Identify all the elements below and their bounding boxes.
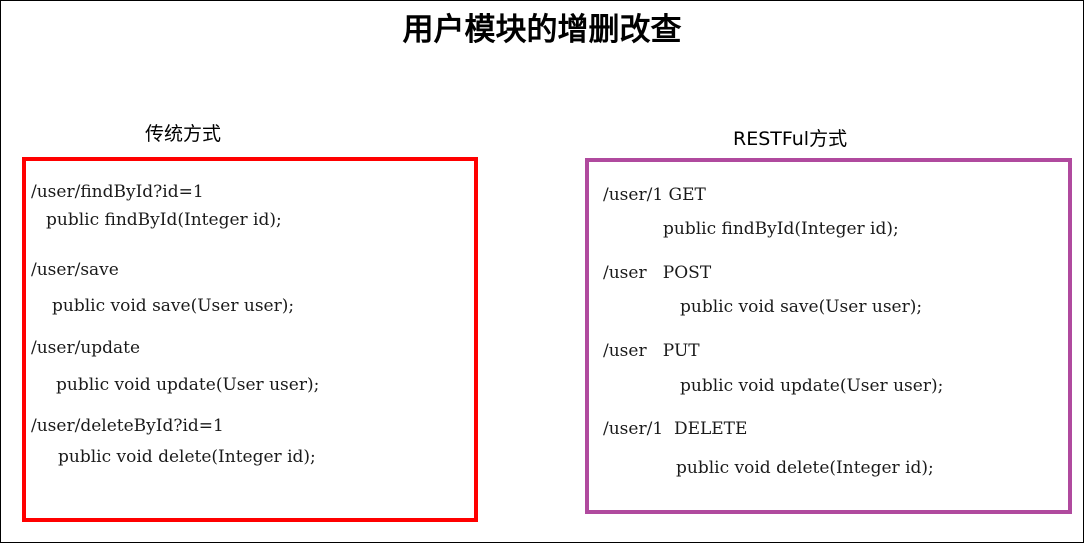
- restful-method-put: public void update(User user);: [680, 376, 944, 396]
- traditional-method-delete: public void delete(Integer id);: [58, 447, 316, 467]
- traditional-method-update: public void update(User user);: [56, 375, 320, 395]
- traditional-url-save: /user/save: [31, 260, 119, 280]
- restful-caption: RESTFul方式: [733, 128, 848, 150]
- restful-url-put: /user PUT: [603, 341, 700, 361]
- restful-method-post: public void save(User user);: [680, 297, 923, 317]
- traditional-caption: 传统方式: [145, 123, 222, 145]
- slide-title: 用户模块的增删改查: [402, 12, 682, 48]
- restful-method-delete: public void delete(Integer id);: [676, 458, 934, 478]
- restful-url-delete: /user/1 DELETE: [603, 419, 748, 439]
- traditional-url-find: /user/findById?id=1: [31, 182, 204, 202]
- traditional-method-find: public findById(Integer id);: [46, 210, 282, 230]
- traditional-url-update: /user/update: [31, 338, 141, 358]
- traditional-url-delete: /user/deleteById?id=1: [31, 416, 224, 436]
- restful-url-get: /user/1 GET: [603, 185, 706, 205]
- traditional-method-save: public void save(User user);: [52, 296, 295, 316]
- restful-method-get: public findById(Integer id);: [663, 219, 899, 239]
- restful-url-post: /user POST: [603, 263, 712, 283]
